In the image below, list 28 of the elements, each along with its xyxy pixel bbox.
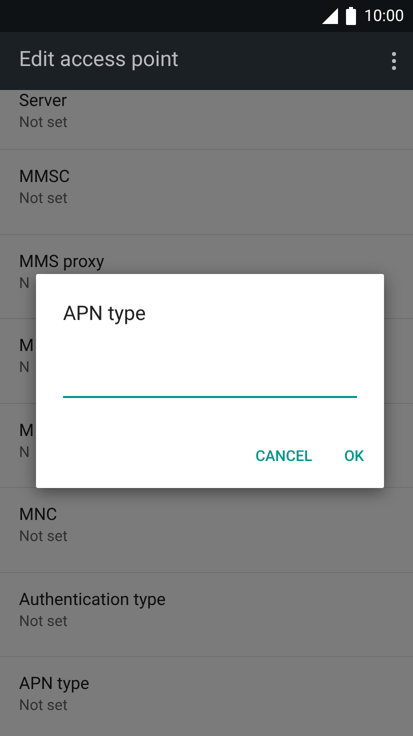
status-time: 10:00 xyxy=(364,5,404,27)
dialog-button[interactable]: OK xyxy=(332,438,376,474)
setting-value: Not set xyxy=(19,188,68,208)
setting-item[interactable]: Authentication type Not set xyxy=(0,572,413,657)
setting-value: N xyxy=(19,272,30,292)
setting-item[interactable]: MMSC Not set xyxy=(0,150,413,234)
setting-value: N xyxy=(19,442,30,462)
setting-title: MMS proxy xyxy=(19,250,104,272)
setting-title: M xyxy=(19,335,34,357)
setting-item[interactable]: Server Not set xyxy=(0,90,413,150)
setting-value: Not set xyxy=(19,526,68,546)
setting-value: Not set xyxy=(19,112,68,132)
more-options-icon[interactable] xyxy=(391,51,397,71)
app-bar-title: Edit access point xyxy=(19,47,179,74)
setting-item[interactable]: APN type Not set xyxy=(0,657,413,736)
battery-icon xyxy=(346,7,356,25)
setting-title: MNC xyxy=(19,504,58,526)
setting-title: Authentication type xyxy=(19,588,166,610)
setting-title: M xyxy=(19,420,34,442)
dialog-title: APN type xyxy=(63,300,146,327)
setting-value: N xyxy=(19,357,30,377)
setting-title: Server xyxy=(19,90,67,112)
dialog-button[interactable]: CANCEL xyxy=(243,438,324,474)
signal-icon xyxy=(322,8,338,24)
setting-title: MMSC xyxy=(19,166,70,188)
setting-title: APN type xyxy=(19,673,90,695)
setting-value: Not set xyxy=(19,695,68,715)
setting-value: Not set xyxy=(19,610,68,630)
